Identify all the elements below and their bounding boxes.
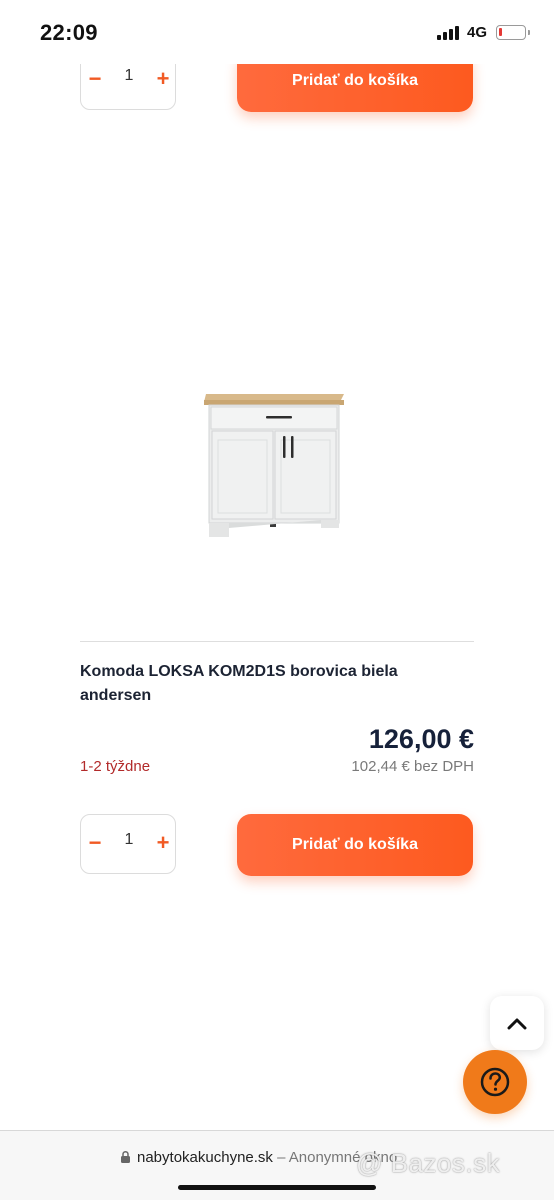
price-without-vat: 102,44 € bez DPH [351, 758, 474, 775]
quantity-value[interactable]: 1 [115, 831, 143, 849]
battery-cap [528, 30, 530, 35]
watermark: @ Bazos.sk [356, 1148, 501, 1178]
battery-icon [496, 25, 526, 40]
availability-status: 1-2 týždne [80, 758, 151, 775]
decrease-quantity-button[interactable]: − [83, 829, 107, 857]
product-price: 126,00 € [368, 724, 474, 754]
status-bar: 22:09 4G [0, 0, 554, 64]
signal-icon [437, 26, 461, 40]
product-divider [80, 641, 474, 642]
quantity-stepper[interactable]: − 1 + [80, 814, 176, 874]
chevron-up-icon [507, 1018, 527, 1030]
home-indicator [178, 1185, 376, 1190]
quantity-value[interactable]: 1 [115, 67, 143, 85]
url-domain: nabytokakuchyne.sk [137, 1149, 273, 1166]
decrease-quantity-button[interactable]: − [83, 65, 107, 93]
increase-quantity-button[interactable]: + [151, 829, 175, 857]
cabinet-image [204, 394, 344, 537]
lock-icon [121, 1150, 130, 1163]
product-title[interactable]: Komoda LOKSA KOM2D1S borovica biela ande… [80, 660, 460, 708]
product-image[interactable] [200, 388, 350, 540]
status-time: 22:09 [40, 20, 98, 45]
network-type: 4G [467, 24, 488, 41]
scroll-to-top-button[interactable] [490, 996, 544, 1050]
add-to-cart-button[interactable]: Pridať do košíka [237, 814, 473, 876]
help-button[interactable] [463, 1050, 527, 1114]
question-icon [480, 1067, 510, 1097]
increase-quantity-button[interactable]: + [151, 65, 175, 93]
